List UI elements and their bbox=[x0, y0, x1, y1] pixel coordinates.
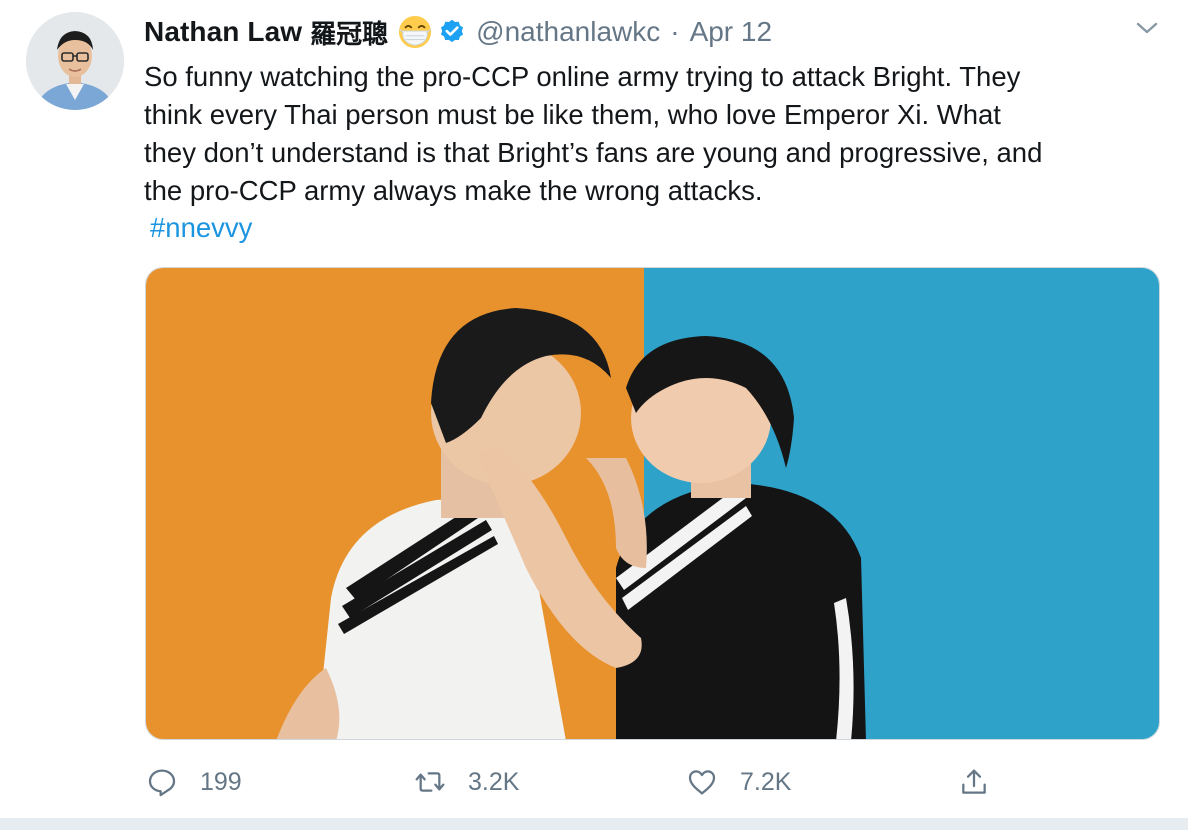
face-with-medical-mask-icon bbox=[399, 15, 432, 49]
divider bbox=[0, 818, 1188, 830]
tweet-text-line: think every Thai person must be like the… bbox=[144, 99, 1001, 130]
share-button[interactable] bbox=[958, 758, 990, 806]
user-handle[interactable]: @nathanlawkc bbox=[476, 16, 660, 48]
header-separator: · bbox=[670, 16, 680, 47]
tweet-text-line: So funny watching the pro-CCP online arm… bbox=[144, 61, 1021, 92]
photo-image bbox=[146, 268, 1159, 739]
heart-icon bbox=[688, 770, 716, 795]
retweet-button[interactable]: 3.2K bbox=[414, 758, 519, 806]
share-icon bbox=[962, 769, 986, 794]
chevron-down-icon[interactable] bbox=[1134, 18, 1160, 38]
retweet-count: 3.2K bbox=[468, 767, 520, 796]
reply-icon bbox=[148, 769, 176, 797]
avatar-image bbox=[26, 12, 124, 110]
verified-badge-icon bbox=[441, 19, 464, 43]
retweet-icon bbox=[415, 772, 445, 792]
tweet-text-line: they don’t understand is that Bright’s f… bbox=[144, 137, 1043, 168]
like-button[interactable]: 7.2K bbox=[686, 758, 791, 806]
tweet-date[interactable]: Apr 12 bbox=[690, 16, 773, 48]
tweet-photo[interactable] bbox=[145, 267, 1160, 740]
tweet-actions: 199 3.2K 7.2K bbox=[0, 758, 1188, 806]
like-count: 7.2K bbox=[740, 767, 792, 796]
tweet-text: So funny watching the pro-CCP online arm… bbox=[144, 58, 1174, 210]
display-name[interactable]: Nathan Law bbox=[144, 16, 302, 48]
tweet-text-line: the pro-CCP army always make the wrong a… bbox=[144, 175, 763, 206]
reply-button[interactable]: 199 bbox=[146, 758, 242, 806]
avatar[interactable] bbox=[26, 12, 124, 110]
tweet-header: Nathan Law 羅冠聰 @nathanlawkc · Apr 12 bbox=[144, 12, 772, 52]
tweet-card: Nathan Law 羅冠聰 @nathanlawkc · Apr 12 So … bbox=[0, 0, 1188, 830]
hashtag-link[interactable]: #nnevvy bbox=[150, 209, 252, 247]
reply-count: 199 bbox=[200, 767, 242, 796]
display-name-chinese[interactable]: 羅冠聰 bbox=[310, 14, 388, 51]
